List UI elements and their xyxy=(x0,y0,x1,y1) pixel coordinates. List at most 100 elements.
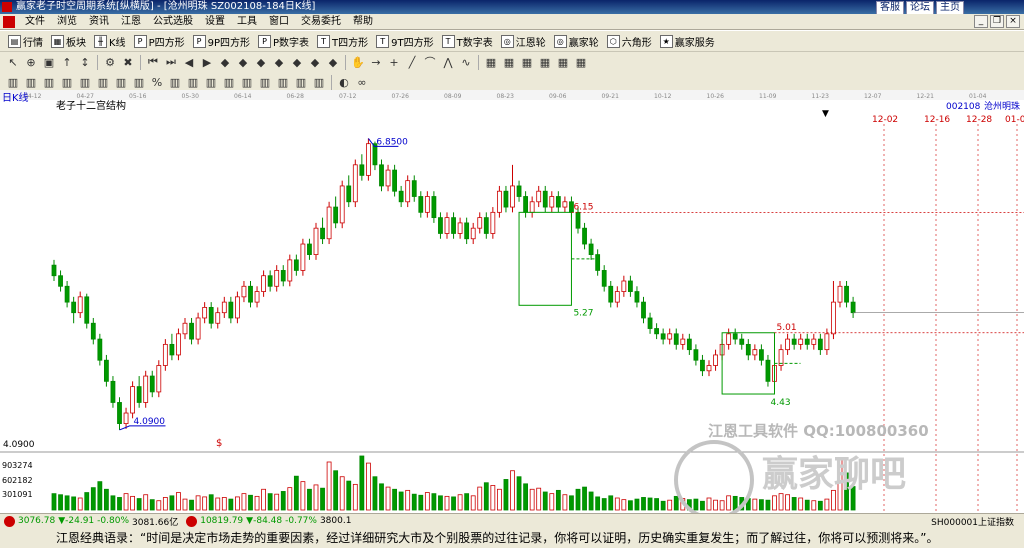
diamond-icon[interactable]: ◆ xyxy=(217,54,233,70)
chart-icon[interactable]: ▥ xyxy=(5,74,21,90)
menu-window[interactable]: 窗口 xyxy=(263,14,295,29)
last-icon[interactable]: ⏭ xyxy=(163,54,179,70)
chart-icon[interactable]: ▥ xyxy=(131,74,147,90)
restore-icon[interactable]: ❐ xyxy=(990,15,1004,28)
toolbar-hexagon-button[interactable]: ⬡ 六角形 xyxy=(603,34,656,49)
minimize-icon[interactable]: _ xyxy=(974,15,988,28)
menu-trade[interactable]: 交易委托 xyxy=(295,14,347,29)
toolbar-9p-square-button[interactable]: P 9P四方形 xyxy=(189,34,254,49)
toolbar-service-button[interactable]: ★ 赢家服务 xyxy=(656,34,719,49)
diamond-icon[interactable]: ◆ xyxy=(235,54,251,70)
settings-icon[interactable]: ⚙ xyxy=(102,54,118,70)
color-icon[interactable]: ◐ xyxy=(336,74,352,90)
menu-tools[interactable]: 工具 xyxy=(231,14,263,29)
close-icon[interactable]: × xyxy=(1006,15,1020,28)
menu-news[interactable]: 资讯 xyxy=(83,14,115,29)
diamond-icon[interactable]: ◆ xyxy=(289,54,305,70)
candle-body xyxy=(110,380,116,403)
menu-browse[interactable]: 浏览 xyxy=(51,14,83,29)
grid-icon[interactable]: ▦ xyxy=(501,54,517,70)
volume-bar xyxy=(110,495,116,511)
first-icon[interactable]: ⏮ xyxy=(145,54,161,70)
close-icon[interactable]: ✖ xyxy=(120,54,136,70)
volume-bar xyxy=(149,499,155,511)
date-tick-label: 04-27 xyxy=(77,93,95,100)
toolbar-p-table-button[interactable]: P P数字表 xyxy=(254,34,313,49)
chart-icon[interactable]: ▥ xyxy=(23,74,39,90)
candle-body xyxy=(162,343,168,366)
candle-body xyxy=(811,338,817,345)
toolbar-9t-square-button[interactable]: T 9T四方形 xyxy=(372,34,437,49)
title-bar: 赢家老子时空周期系统[纵横版] - [沧州明珠 SZ002108-184日K线]… xyxy=(0,0,1024,15)
hand-icon[interactable]: ✋ xyxy=(350,54,366,70)
grid-icon[interactable]: ▦ xyxy=(537,54,553,70)
toolbar-kline-button[interactable]: ╫ K线 xyxy=(90,34,130,49)
infinity-icon[interactable]: ∞ xyxy=(354,74,370,90)
plus-icon[interactable]: + xyxy=(386,54,402,70)
volume-bar xyxy=(261,488,267,511)
cursor-icon[interactable]: ↖ xyxy=(5,54,21,70)
chart-icon[interactable]: ▥ xyxy=(239,74,255,90)
diamond-icon[interactable]: ◆ xyxy=(307,54,323,70)
arc-icon[interactable]: ⌒ xyxy=(422,54,438,70)
grid-icon[interactable]: ▦ xyxy=(519,54,535,70)
chart-icon[interactable]: ▥ xyxy=(185,74,201,90)
lock-icon[interactable]: ▣ xyxy=(41,54,57,70)
chart-icon[interactable]: ▥ xyxy=(311,74,327,90)
dropdown-icon[interactable]: ▼ xyxy=(822,109,829,119)
line-icon[interactable]: ╱ xyxy=(404,54,420,70)
menu-settings[interactable]: 设置 xyxy=(199,14,231,29)
index2-ticker[interactable]: 10819.79 ▼-84.48 -0.77% 3800.1 xyxy=(182,515,355,527)
chart-icon[interactable]: ▥ xyxy=(275,74,291,90)
zoom-in-icon[interactable]: ⊕ xyxy=(23,54,39,70)
chart-icon[interactable]: ▥ xyxy=(77,74,93,90)
volume-bar xyxy=(667,499,673,511)
diamond-icon[interactable]: ◆ xyxy=(271,54,287,70)
chart-icon[interactable]: ▥ xyxy=(167,74,183,90)
candle-body xyxy=(693,349,699,361)
left-icon[interactable]: ◀ xyxy=(181,54,197,70)
toolbar-quote-button[interactable]: ▤ 行情 xyxy=(4,34,47,49)
down-icon[interactable]: ↕ xyxy=(77,54,93,70)
candle-body xyxy=(280,270,286,282)
arrow-icon[interactable]: → xyxy=(368,54,384,70)
toolbar-p-square-button[interactable]: P P四方形 xyxy=(130,34,189,49)
grid-icon[interactable]: ▦ xyxy=(483,54,499,70)
chart-icon[interactable]: ▥ xyxy=(113,74,129,90)
chart-icon[interactable]: ▥ xyxy=(293,74,309,90)
toolbar-winner-wheel-button[interactable]: ◎ 赢家轮 xyxy=(550,34,603,49)
menu-help[interactable]: 帮助 xyxy=(347,14,379,29)
candlestick-chart[interactable]: 04-12 04-27 05-16 05-30 06-14 06-28 07-12 07-26… xyxy=(0,90,1024,520)
diamond-icon[interactable]: ◆ xyxy=(325,54,341,70)
index1-ticker[interactable]: 3076.78 ▼-24.91 -0.80% 3081.66亿 xyxy=(0,515,182,528)
chart-icon[interactable]: ▥ xyxy=(95,74,111,90)
menu-formula[interactable]: 公式选股 xyxy=(147,14,199,29)
chart-icon[interactable]: ▥ xyxy=(257,74,273,90)
right-icon[interactable]: ▶ xyxy=(199,54,215,70)
percent-icon[interactable]: % xyxy=(149,74,165,90)
toolbar-t-table-button[interactable]: T T数字表 xyxy=(438,34,497,49)
chart-icon[interactable]: ▥ xyxy=(203,74,219,90)
diamond-icon[interactable]: ◆ xyxy=(253,54,269,70)
menu-file[interactable]: 文件 xyxy=(19,14,51,29)
chart-icon[interactable]: ▥ xyxy=(221,74,237,90)
up-icon[interactable]: ↑ xyxy=(59,54,75,70)
status-index-name: SH000001上证指数 xyxy=(931,518,1014,528)
chart-icon[interactable]: ▥ xyxy=(59,74,75,90)
link-forum[interactable]: 论坛 xyxy=(906,1,934,15)
link-home[interactable]: 主页 xyxy=(936,1,964,15)
toolbar-sector-button[interactable]: ▦ 板块 xyxy=(47,34,90,49)
document-icon[interactable] xyxy=(3,15,15,28)
candle-body xyxy=(267,275,273,287)
link-support[interactable]: 客服 xyxy=(876,1,904,15)
toolbar-t-square-button[interactable]: T T四方形 xyxy=(313,34,372,49)
menu-gann[interactable]: 江恩 xyxy=(115,14,147,29)
fan-icon[interactable]: ⋀ xyxy=(440,54,456,70)
volume-bar xyxy=(483,482,489,511)
chart-icon[interactable]: ▥ xyxy=(41,74,57,90)
grid-icon[interactable]: ▦ xyxy=(555,54,571,70)
grid-icon[interactable]: ▦ xyxy=(573,54,589,70)
cycle-icon[interactable]: ∿ xyxy=(458,54,474,70)
toolbar-gann-wheel-button[interactable]: ◎ 江恩轮 xyxy=(497,34,550,49)
chart-area[interactable]: 04-12 04-27 05-16 05-30 06-14 06-28 07-12 07-26… xyxy=(0,90,1024,520)
